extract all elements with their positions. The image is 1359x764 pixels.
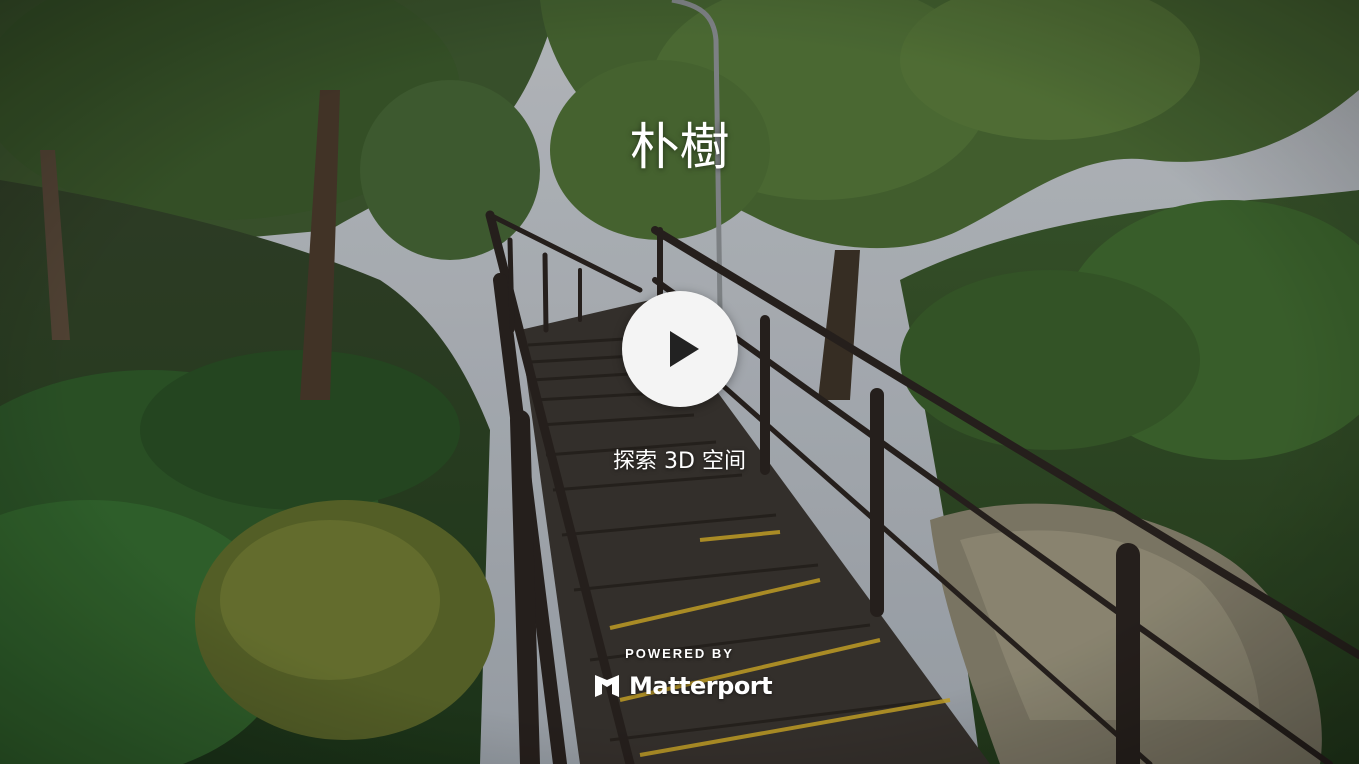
- powered-by-label: POWERED BY: [625, 646, 734, 661]
- matterport-viewer[interactable]: 朴樹 探索 3D 空间 POWERED BY Matterport: [0, 0, 1359, 764]
- matterport-logo-icon: [595, 675, 619, 697]
- space-title: 朴樹: [629, 118, 730, 176]
- matterport-brand-link[interactable]: Matterport: [592, 668, 773, 704]
- explore-3d-space-label[interactable]: 探索 3D 空间: [0, 446, 1359, 478]
- brand-name: Matterport: [629, 672, 773, 700]
- play-icon: [670, 331, 699, 367]
- play-button[interactable]: [622, 291, 738, 407]
